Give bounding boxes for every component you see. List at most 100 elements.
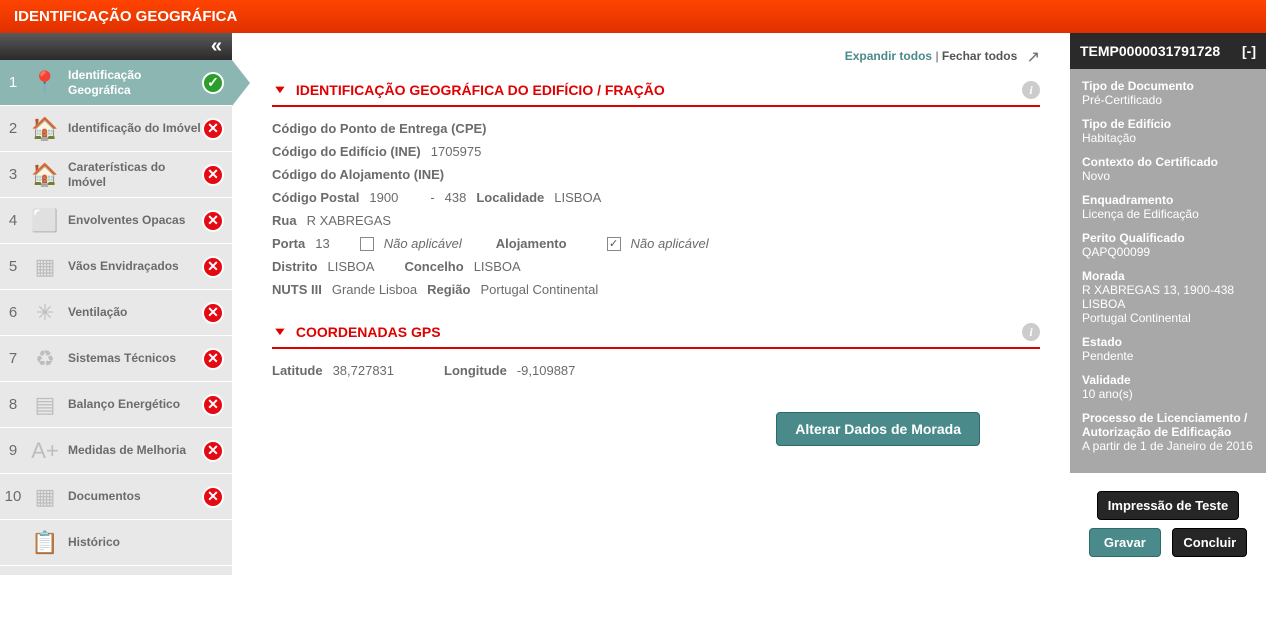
- summary-value: R XABREGAS 13, 1900-438 LISBOA Portugal …: [1082, 283, 1254, 325]
- label-ine-alojamento: Código do Alojamento (INE): [272, 167, 444, 182]
- nav-icon: ♻: [28, 342, 62, 376]
- label-cpe: Código do Ponto de Entrega (CPE): [272, 121, 487, 136]
- nav-number: 3: [4, 166, 22, 183]
- info-icon[interactable]: i: [1022, 323, 1040, 341]
- summary-panel: TEMP0000031791728 [-] Tipo de DocumentoP…: [1070, 33, 1266, 575]
- section-header-gps[interactable]: ▼ COORDENADAS GPS i: [272, 319, 1040, 349]
- summary-field-7: Validade10 ano(s): [1082, 373, 1254, 401]
- label-porta-na: Não aplicável: [384, 236, 462, 251]
- collapse-toggle-icon[interactable]: [-]: [1242, 43, 1256, 59]
- status-error-icon: ✕: [202, 394, 224, 416]
- field-codigo-postal: Código Postal 1900 - 438 Localidade LISB…: [272, 186, 1040, 209]
- sidebar-item-0[interactable]: 1📍Identificação Geográfica✓: [0, 60, 232, 106]
- value-localidade: LISBOA: [554, 190, 601, 205]
- nav-label: Caraterísticas do Imóvel: [68, 160, 202, 189]
- field-porta: Porta 13 Não aplicável Alojamento ✓ Não …: [272, 232, 1040, 255]
- label-distrito: Distrito: [272, 259, 318, 274]
- value-regiao: Portugal Continental: [480, 282, 598, 297]
- expand-all-link[interactable]: Expandir todos: [845, 49, 932, 63]
- temp-id: TEMP0000031791728: [1080, 43, 1220, 59]
- sidebar-item-1[interactable]: 2🏠Identificação do Imóvel✕: [0, 106, 232, 152]
- collapse-all-link[interactable]: Fechar todos: [942, 49, 1017, 63]
- sidebar-item-5[interactable]: 6✳Ventilação✕: [0, 290, 232, 336]
- save-button[interactable]: Gravar: [1089, 528, 1161, 557]
- nav-label: Identificação Geográfica: [68, 68, 202, 97]
- status-error-icon: ✕: [202, 210, 224, 232]
- cp-dash: -: [430, 190, 434, 205]
- sidebar-collapse-button[interactable]: «: [0, 33, 232, 60]
- nav-number: 7: [4, 350, 22, 367]
- nav-number: 8: [4, 396, 22, 413]
- main-container: « 1📍Identificação Geográfica✓2🏠Identific…: [0, 33, 1266, 575]
- nav-icon: A+: [28, 434, 62, 468]
- info-icon[interactable]: i: [1022, 81, 1040, 99]
- value-distrito: LISBOA: [328, 259, 375, 274]
- field-rua: Rua R XABREGAS: [272, 209, 1040, 232]
- button-container: Alterar Dados de Morada: [272, 412, 1040, 446]
- sidebar-item-6[interactable]: 7 ♻ Sistemas Técnicos✕: [0, 336, 232, 382]
- sidebar: « 1📍Identificação Geográfica✓2🏠Identific…: [0, 33, 232, 575]
- value-ine-edificio: 1705975: [431, 144, 482, 159]
- sidebar-item-9[interactable]: 10▦Documentos✕: [0, 474, 232, 520]
- alterar-dados-button[interactable]: Alterar Dados de Morada: [776, 412, 980, 446]
- value-rua: R XABREGAS: [307, 213, 392, 228]
- value-cp1: 1900: [369, 190, 398, 205]
- label-longitude: Longitude: [444, 363, 507, 378]
- checkbox-aloj-na[interactable]: ✓: [607, 237, 621, 251]
- status-error-icon: ✕: [202, 486, 224, 508]
- value-latitude: 38,727831: [333, 363, 394, 378]
- expand-collapse-bar: Expandir todos | Fechar todos ↗: [272, 43, 1040, 77]
- summary-label: Enquadramento: [1082, 193, 1254, 207]
- summary-field-8: Processo de Licenciamento / Autorização …: [1082, 411, 1254, 453]
- summary-field-4: Perito QualificadoQAPQ00099: [1082, 231, 1254, 259]
- nav-icon: 🏠: [28, 158, 62, 192]
- label-alojamento: Alojamento: [496, 236, 567, 251]
- nav-label: Ventilação: [68, 305, 202, 319]
- nav-number: 5: [4, 258, 22, 275]
- field-nuts: NUTS III Grande Lisboa Região Portugal C…: [272, 278, 1040, 301]
- value-longitude: -9,109887: [517, 363, 576, 378]
- nav-label: Sistemas Técnicos: [68, 351, 202, 365]
- print-test-button[interactable]: Impressão de Teste: [1097, 491, 1239, 520]
- sidebar-item-4[interactable]: 5▦Vãos Envidraçados✕: [0, 244, 232, 290]
- nav-label: Envolventes Opacas: [68, 213, 202, 227]
- nav-icon: 🏠: [28, 112, 62, 146]
- nav-icon: ✳: [28, 296, 62, 330]
- summary-header[interactable]: TEMP0000031791728 [-]: [1070, 33, 1266, 69]
- label-aloj-na: Não aplicável: [631, 236, 709, 251]
- nav-icon: 📋: [28, 526, 62, 560]
- label-regiao: Região: [427, 282, 470, 297]
- section-title: IDENTIFICAÇÃO GEOGRÁFICA DO EDIFÍCIO / F…: [296, 82, 1022, 98]
- sidebar-item-10[interactable]: 📋Histórico: [0, 520, 232, 566]
- summary-field-1: Tipo de EdifícioHabitação: [1082, 117, 1254, 145]
- summary-value: 10 ano(s): [1082, 387, 1254, 401]
- sidebar-item-8[interactable]: 9A+Medidas de Melhoria✕: [0, 428, 232, 474]
- summary-label: Processo de Licenciamento / Autorização …: [1082, 411, 1254, 439]
- summary-value: QAPQ00099: [1082, 245, 1254, 259]
- sidebar-item-3[interactable]: 4⬜Envolventes Opacas✕: [0, 198, 232, 244]
- chevron-down-icon: ▼: [272, 326, 288, 339]
- label-localidade: Localidade: [476, 190, 544, 205]
- checkbox-porta-na[interactable]: [360, 237, 374, 251]
- summary-label: Tipo de Edifício: [1082, 117, 1254, 131]
- external-link-icon[interactable]: ↗: [1027, 49, 1040, 66]
- status-error-icon: ✕: [202, 348, 224, 370]
- value-nuts: Grande Lisboa: [332, 282, 417, 297]
- summary-body: Tipo de DocumentoPré-CertificadoTipo de …: [1070, 69, 1266, 473]
- field-cpe: Código do Ponto de Entrega (CPE): [272, 117, 1040, 140]
- summary-value: Pendente: [1082, 349, 1254, 363]
- nav-label: Medidas de Melhoria: [68, 443, 202, 457]
- nav-label: Vãos Envidraçados: [68, 259, 202, 273]
- nav-icon: ▤: [28, 388, 62, 422]
- finish-button[interactable]: Concluir: [1172, 528, 1247, 557]
- nav-label: Documentos: [68, 489, 202, 503]
- value-concelho: LISBOA: [474, 259, 521, 274]
- status-error-icon: ✕: [202, 256, 224, 278]
- sidebar-item-7[interactable]: 8▤Balanço Energético✕: [0, 382, 232, 428]
- field-ine-edificio: Código do Edifício (INE) 1705975: [272, 140, 1040, 163]
- sidebar-item-2[interactable]: 3🏠Caraterísticas do Imóvel✕: [0, 152, 232, 198]
- action-buttons: Impressão de Teste Gravar Concluir: [1070, 473, 1266, 575]
- nav-number: 9: [4, 442, 22, 459]
- section-header-identificacao[interactable]: ▼ IDENTIFICAÇÃO GEOGRÁFICA DO EDIFÍCIO /…: [272, 77, 1040, 107]
- section-title-gps: COORDENADAS GPS: [296, 324, 1022, 340]
